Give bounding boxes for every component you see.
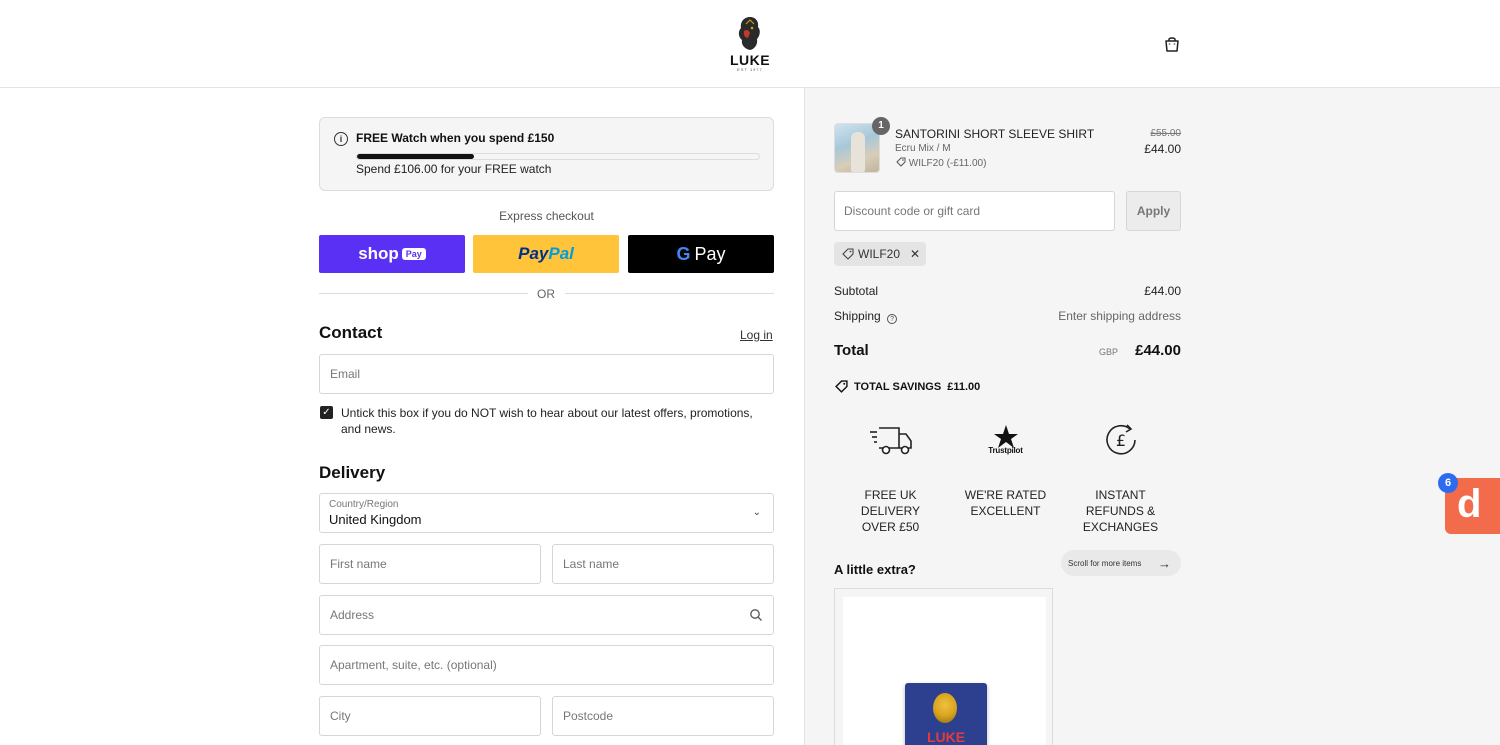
free-gift-banner: i FREE Watch when you spend £150 Spend £…: [319, 117, 774, 191]
product-name: SANTORINI SHORT SLEEVE SHIRT: [895, 127, 1095, 141]
lion-logo-icon: [738, 17, 760, 50]
marketing-checkbox[interactable]: ✓: [320, 406, 333, 419]
paypal-button[interactable]: Pay Pal: [473, 235, 619, 273]
address-placeholder: Address: [330, 608, 375, 622]
google-pay-text: Pay: [694, 243, 726, 264]
city-placeholder: City: [330, 709, 351, 723]
brand-logo[interactable]: LUKE EST 1977: [726, 14, 774, 74]
upsell-heading: A little extra?: [834, 562, 916, 577]
usp-refunds-text: INSTANT REFUNDS & EXCHANGES: [1082, 488, 1159, 534]
last-name-field[interactable]: Last name: [552, 544, 774, 584]
shop-pay-button[interactable]: shop Pay: [319, 235, 465, 273]
subtotal-value: £44.00: [1144, 284, 1181, 298]
total-savings-value: £11.00: [947, 380, 981, 393]
product-discount: WILF20 (-£11.00): [896, 157, 986, 169]
brand-est: EST 1977: [737, 67, 763, 72]
first-name-placeholder: First name: [330, 557, 387, 571]
postcode-field[interactable]: Postcode: [552, 696, 774, 736]
google-pay-button[interactable]: G Pay: [628, 235, 774, 273]
apply-discount-button[interactable]: Apply: [1126, 191, 1181, 231]
tag-icon: [842, 248, 854, 260]
google-g-icon: G: [676, 243, 691, 264]
shipping-value: Enter shipping address: [1058, 309, 1181, 323]
product-box-image: LUKE: [905, 683, 987, 745]
express-checkout-label: Express checkout: [499, 209, 594, 223]
lion-logo-icon: [933, 693, 957, 723]
paypal-text-pay: Pay: [518, 244, 549, 263]
scroll-more-button[interactable]: Scroll for more items →: [1061, 550, 1181, 576]
applied-discount-code: WILF20: [858, 247, 901, 261]
upsell-product-image: LUKE: [843, 597, 1046, 745]
product-variant: Ecru Mix / M: [895, 143, 951, 154]
rewards-badge: 6: [1438, 473, 1458, 493]
country-label: Country/Region: [329, 499, 399, 510]
discount-code-placeholder: Discount code or gift card: [844, 204, 981, 218]
usp-free-delivery-text: FREE UK DELIVERY OVER £50: [860, 488, 921, 534]
apartment-placeholder: Apartment, suite, etc. (optional): [330, 658, 497, 672]
total-value: £44.00: [1135, 342, 1181, 359]
delivery-heading: Delivery: [319, 463, 386, 482]
apartment-field[interactable]: Apartment, suite, etc. (optional): [319, 645, 774, 685]
shipping-row: Shipping ?: [834, 309, 898, 324]
country-value: United Kingdom: [329, 512, 422, 527]
rewards-widget-letter: d: [1457, 482, 1482, 526]
chevron-down-icon: ⌄: [752, 507, 761, 518]
email-placeholder: Email: [330, 367, 361, 381]
upsell-product-card[interactable]: LUKE: [834, 588, 1053, 745]
shopping-bag-icon[interactable]: [1162, 34, 1182, 54]
svg-text:£: £: [1115, 431, 1125, 450]
pound-refund-icon: £: [1105, 424, 1136, 455]
remove-discount-icon[interactable]: ✕: [910, 247, 920, 261]
total-savings: TOTAL SAVINGS £11.00: [835, 380, 980, 393]
help-icon[interactable]: ?: [887, 314, 898, 324]
applied-discount-chip: WILF20 ✕: [834, 242, 926, 266]
free-gift-progress-bar: [356, 153, 760, 160]
email-field[interactable]: Email: [319, 354, 774, 394]
header: LUKE EST 1977: [0, 0, 1500, 88]
product-original-price: £55.00: [1150, 128, 1181, 139]
divider-right: [565, 293, 774, 294]
usp-refunds: £ INSTANT REFUNDS & EXCHANGES: [1073, 420, 1168, 535]
brand-name: LUKE: [729, 52, 771, 68]
divider-left: [319, 293, 528, 294]
product-discount-text: WILF20 (-£11.00): [908, 158, 987, 169]
address-field[interactable]: Address: [319, 595, 774, 635]
trustpilot-wordmark: Trustpilot: [988, 446, 1023, 455]
arrow-right-icon: →: [1158, 556, 1171, 571]
search-icon: [750, 609, 762, 621]
free-gift-title: FREE Watch when you spend £150: [356, 131, 555, 145]
info-icon: i: [334, 132, 348, 146]
shipping-label: Shipping: [834, 309, 881, 323]
last-name-placeholder: Last name: [563, 557, 620, 571]
shop-pay-text: shop: [358, 244, 399, 263]
paypal-text-pal: Pal: [548, 244, 574, 263]
tag-icon: [896, 157, 906, 167]
postcode-placeholder: Postcode: [563, 709, 614, 723]
total-currency: GBP: [1099, 347, 1119, 357]
product-model-image: [851, 132, 865, 172]
login-link[interactable]: Log in: [740, 328, 773, 342]
first-name-field[interactable]: First name: [319, 544, 541, 584]
country-select[interactable]: Country/Region United Kingdom ⌄: [319, 493, 774, 533]
discount-code-input[interactable]: Discount code or gift card: [834, 191, 1115, 231]
delivery-truck-icon: [869, 427, 912, 455]
product-box-brand: LUKE: [926, 729, 966, 745]
usp-free-delivery: FREE UK DELIVERY OVER £50: [843, 420, 938, 535]
quantity-badge: 1: [872, 117, 890, 135]
usp-trustpilot: Trustpilot WE'RE RATED EXCELLENT: [958, 420, 1053, 519]
product-price: £44.00: [1144, 142, 1181, 156]
marketing-checkbox-label: Untick this box if you do NOT wish to he…: [341, 406, 753, 436]
tag-icon: [835, 380, 848, 393]
usp-trustpilot-text: WE'RE RATED EXCELLENT: [964, 488, 1047, 518]
shop-pay-tag: Pay: [401, 248, 426, 260]
or-divider-text: OR: [537, 287, 555, 301]
total-label: Total: [834, 342, 869, 359]
free-gift-subtitle: Spend £106.00 for your FREE watch: [356, 162, 552, 176]
scroll-more-text: Scroll for more items: [1068, 558, 1142, 568]
free-gift-progress-fill: [357, 154, 474, 159]
subtotal-label: Subtotal: [834, 284, 879, 298]
contact-heading: Contact: [319, 323, 383, 342]
total-savings-label: TOTAL SAVINGS: [854, 380, 942, 393]
city-field[interactable]: City: [319, 696, 541, 736]
